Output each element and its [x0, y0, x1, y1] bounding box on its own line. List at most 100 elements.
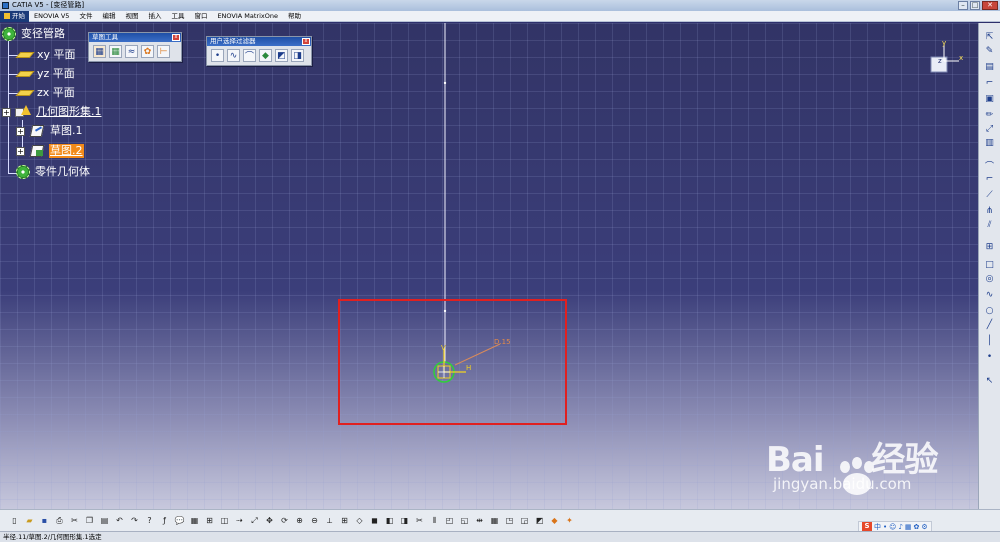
positioned-sketch-icon[interactable]: ▤ — [983, 61, 996, 73]
expand-toggle[interactable]: + — [16, 126, 25, 136]
corner-icon[interactable]: ⌐ — [983, 173, 996, 185]
ime-emoji-icon[interactable]: ☺ — [889, 523, 896, 531]
expand-toggle[interactable]: + — [16, 146, 25, 156]
normal-view-icon[interactable]: ⟂ — [323, 514, 336, 527]
snap-icon[interactable]: ⇢ — [233, 514, 246, 527]
select-arrow-icon[interactable]: ↖ — [983, 375, 996, 387]
sogou-icon[interactable]: S — [862, 522, 872, 531]
geometry-icon[interactable]: ◰ — [443, 514, 456, 527]
spline-icon[interactable]: ∿ — [983, 289, 996, 301]
curve-filter-icon[interactable]: ∿ — [227, 49, 240, 62]
dimensional-constraints-icon[interactable]: ⊢ — [157, 45, 170, 58]
tree-node-yz-plane[interactable]: yz 平面 — [15, 67, 76, 81]
geometry-filter-icon[interactable]: ◨ — [291, 49, 304, 62]
formula-icon[interactable]: ƒ — [158, 514, 171, 527]
menu-start[interactable]: 开始 — [0, 10, 29, 22]
iso-view-icon[interactable]: ◇ — [353, 514, 366, 527]
transform-icon[interactable]: ⤢ — [983, 123, 996, 135]
minimize-button[interactable]: – — [958, 1, 968, 10]
chamfer-icon[interactable]: ⟋ — [983, 189, 996, 201]
print-icon[interactable]: ⎙ — [53, 514, 66, 527]
catalog-icon[interactable]: ◫ — [218, 514, 231, 527]
menu-enovia-v5[interactable]: ENOVIA V5 — [29, 11, 74, 22]
exit-workbench-icon[interactable]: ⇱ — [983, 31, 996, 43]
mirror-icon[interactable]: ⫽ — [983, 219, 996, 231]
menu-file[interactable]: 文件 — [74, 11, 97, 22]
open-icon[interactable]: ▰ — [23, 514, 36, 527]
point-icon[interactable]: • — [983, 351, 996, 363]
cut-icon[interactable]: ✂ — [68, 514, 81, 527]
point-filter-icon[interactable]: • — [211, 49, 224, 62]
apply-material-icon[interactable]: ◆ — [548, 514, 561, 527]
ime-language[interactable]: 中 — [874, 522, 881, 532]
user-filter-title[interactable]: 用户选择过滤器 x — [207, 37, 311, 46]
line-icon[interactable]: ╱ — [983, 319, 996, 331]
menu-help[interactable]: 帮助 — [283, 11, 306, 22]
tree-node-root[interactable]: 变径管路 — [2, 27, 66, 41]
undo-icon[interactable]: ↶ — [113, 514, 126, 527]
render-icon[interactable]: ◱ — [458, 514, 471, 527]
toolbar-close-button[interactable]: x — [302, 38, 310, 45]
geometric-constraints-icon[interactable]: ✿ — [141, 45, 154, 58]
menu-view[interactable]: 视图 — [120, 11, 143, 22]
save-icon[interactable]: ▪ — [38, 514, 51, 527]
sketch-analysis-icon[interactable]: ⫴ — [428, 514, 441, 527]
hide-show-icon[interactable]: ◧ — [383, 514, 396, 527]
ime-skin-icon[interactable]: ✿ — [914, 523, 920, 531]
ime-tool-icon[interactable]: ⚙ — [921, 523, 927, 531]
tree-node-sketch-2[interactable]: + 草图.2 — [16, 144, 84, 158]
redo-icon[interactable]: ↷ — [128, 514, 141, 527]
profile-icon[interactable]: ⌐ — [983, 77, 996, 89]
paste-icon[interactable]: ▤ — [98, 514, 111, 527]
menu-enovia-matrixone[interactable]: ENOVIA MatrixOne — [212, 11, 283, 22]
axis-icon[interactable]: │ — [983, 335, 996, 347]
compass[interactable]: y x z — [926, 39, 966, 79]
comment-icon[interactable]: 💬 — [173, 514, 186, 527]
tree-node-zx-plane[interactable]: zx 平面 — [15, 86, 76, 100]
ellipse-icon[interactable]: ○ — [983, 305, 996, 317]
fit-all-icon[interactable]: ⤢ — [248, 514, 261, 527]
multi-view-icon[interactable]: ⊞ — [338, 514, 351, 527]
arc-icon[interactable]: ⌒ — [983, 159, 996, 172]
table-icon[interactable]: ▦ — [188, 514, 201, 527]
ime-punct-icon[interactable]: • — [883, 523, 887, 531]
shading-icon[interactable]: ◼ — [368, 514, 381, 527]
grid-icon[interactable]: ▦ — [93, 45, 106, 58]
ime-keyboard-icon[interactable]: ▦ — [905, 523, 912, 531]
maximize-button[interactable]: □ — [970, 1, 980, 10]
menu-tools[interactable]: 工具 — [166, 11, 189, 22]
tree-icon[interactable]: ⊞ — [203, 514, 216, 527]
sketch-icon[interactable]: ✎ — [983, 45, 996, 57]
grid-toggle-icon[interactable]: ▦ — [488, 514, 501, 527]
zoom-in-icon[interactable]: ⊕ — [293, 514, 306, 527]
volume-filter-icon[interactable]: ◆ — [259, 49, 272, 62]
close-button[interactable]: ✕ — [982, 1, 998, 10]
tree-node-part-body[interactable]: 零件几何体 — [16, 165, 91, 179]
copy-icon[interactable]: ❐ — [83, 514, 96, 527]
toolbar-close-button[interactable]: x — [172, 34, 180, 41]
rectangle-icon[interactable]: □ — [983, 259, 996, 271]
surface-filter-icon[interactable]: ⌒ — [243, 49, 256, 62]
sketch-tools-title[interactable]: 草图工具 x — [89, 33, 181, 42]
ime-mic-icon[interactable]: ♪ — [898, 523, 902, 531]
tree-node-xy-plane[interactable]: xy 平面 — [15, 48, 77, 62]
help-icon[interactable]: ? — [143, 514, 156, 527]
sketch-tools-toolbar[interactable]: 草图工具 x ▦ ▦ ≈ ✿ ⊢ — [88, 32, 182, 62]
project-icon[interactable]: ▥ — [983, 137, 996, 149]
constraint-icon[interactable]: ⊞ — [983, 241, 996, 253]
snap-to-point-icon[interactable]: ▦ — [109, 45, 122, 58]
material-icon[interactable]: ◩ — [533, 514, 546, 527]
tree-node-geometrical-set[interactable]: + 几何图形集.1 — [2, 105, 103, 119]
expand-toggle[interactable]: + — [2, 107, 11, 117]
menu-window[interactable]: 窗口 — [189, 11, 212, 22]
knowledge-icon[interactable]: ✦ — [563, 514, 576, 527]
tree-node-sketch-1[interactable]: + 草图.1 — [16, 124, 84, 138]
user-selection-filter-toolbar[interactable]: 用户选择过滤器 x • ∿ ⌒ ◆ ◩ ◨ — [206, 36, 312, 66]
sketch-point[interactable] — [443, 81, 447, 85]
circle-icon[interactable]: ◎ — [983, 273, 996, 285]
new-icon[interactable]: ▯ — [8, 514, 21, 527]
dimension-label[interactable]: D.15 — [494, 338, 511, 346]
cube-icon[interactable]: ▣ — [983, 93, 996, 105]
menu-insert[interactable]: 插入 — [143, 11, 166, 22]
sketch-point[interactable] — [443, 309, 447, 313]
